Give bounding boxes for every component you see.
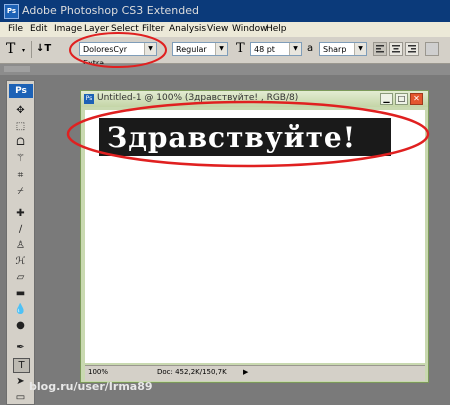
annotation-overlay — [66, 32, 430, 168]
text-annotation-ellipse — [66, 100, 430, 168]
font-annotation-ellipse — [69, 32, 167, 68]
watermark-text: blog.ru/user/Irma89 — [29, 380, 153, 393]
